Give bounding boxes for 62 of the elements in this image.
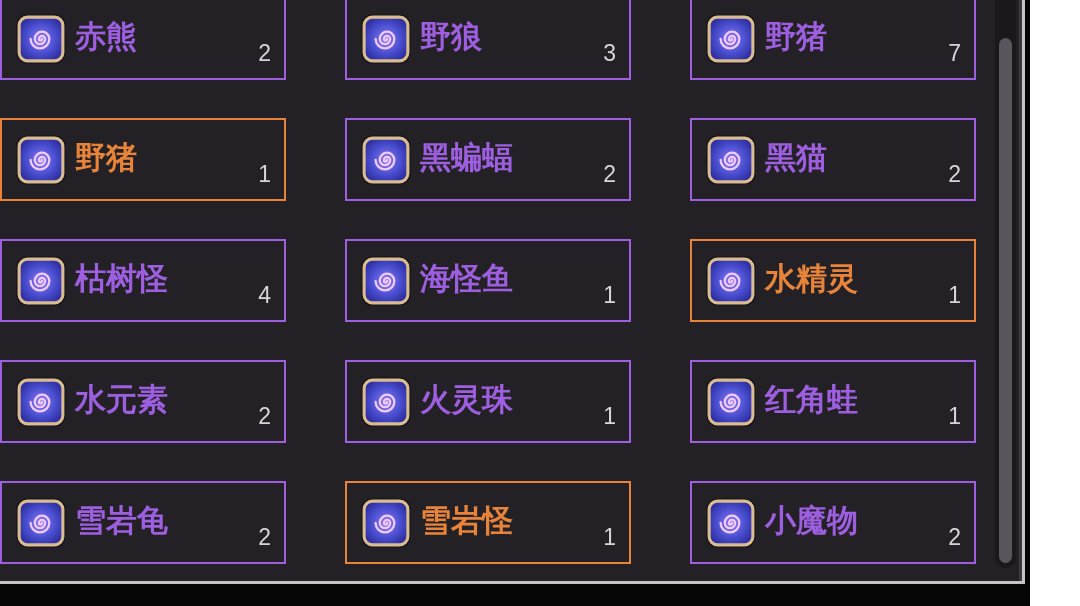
item-count: 4 xyxy=(258,284,271,307)
item-slot[interactable]: 雪岩龟 2 xyxy=(0,481,286,564)
item-count: 2 xyxy=(258,405,271,428)
swirl-icon xyxy=(361,13,411,64)
item-name: 枯树怪 xyxy=(75,261,169,296)
item-count: 1 xyxy=(948,405,961,428)
swirl-icon xyxy=(361,497,411,548)
swirl-icon xyxy=(706,13,756,64)
item-slot[interactable]: 野猪 7 xyxy=(690,0,976,80)
item-count: 2 xyxy=(948,526,961,549)
item-slot[interactable]: 水元素 2 xyxy=(0,360,286,443)
item-slot[interactable]: 红角蛙 1 xyxy=(690,360,976,443)
item-slot[interactable]: 火灵珠 1 xyxy=(345,360,631,443)
item-name: 火灵珠 xyxy=(420,382,514,417)
item-slot[interactable]: 赤熊 2 xyxy=(0,0,286,80)
item-count: 2 xyxy=(258,526,271,549)
item-slot[interactable]: 野狼 3 xyxy=(345,0,631,80)
swirl-icon xyxy=(706,376,756,427)
item-count: 1 xyxy=(258,163,271,186)
swirl-icon xyxy=(706,497,756,548)
item-count: 7 xyxy=(948,42,961,65)
item-name: 黑猫 xyxy=(765,140,828,175)
item-count: 1 xyxy=(948,284,961,307)
swirl-icon xyxy=(16,13,66,64)
item-name: 海怪鱼 xyxy=(420,261,514,296)
item-name: 小魔物 xyxy=(765,503,859,538)
swirl-icon xyxy=(706,134,756,185)
item-slot[interactable]: 枯树怪 4 xyxy=(0,239,286,322)
item-name: 水元素 xyxy=(75,382,169,417)
item-slot[interactable]: 水精灵 1 xyxy=(690,239,976,322)
item-name: 红角蛙 xyxy=(765,382,859,417)
item-slot[interactable]: 雪岩怪 1 xyxy=(345,481,631,564)
swirl-icon xyxy=(16,255,66,306)
swirl-icon xyxy=(361,376,411,427)
swirl-icon xyxy=(16,376,66,427)
swirl-icon xyxy=(361,255,411,306)
swirl-icon xyxy=(16,497,66,548)
swirl-icon xyxy=(361,134,411,185)
item-count: 2 xyxy=(948,163,961,186)
item-slot[interactable]: 黑蝙蝠 2 xyxy=(345,118,631,201)
item-count: 1 xyxy=(603,526,616,549)
item-count: 1 xyxy=(603,284,616,307)
item-slot[interactable]: 海怪鱼 1 xyxy=(345,239,631,322)
item-name: 黑蝙蝠 xyxy=(420,140,514,175)
item-name: 水精灵 xyxy=(765,261,859,296)
item-slot[interactable]: 野猪 1 xyxy=(0,118,286,201)
item-name: 雪岩龟 xyxy=(75,503,169,538)
item-slot[interactable]: 黑猫 2 xyxy=(690,118,976,201)
item-name: 野狼 xyxy=(420,19,483,54)
item-slot[interactable]: 小魔物 2 xyxy=(690,481,976,564)
item-count: 2 xyxy=(258,42,271,65)
swirl-icon xyxy=(706,255,756,306)
item-name: 野猪 xyxy=(765,19,828,54)
swirl-icon xyxy=(16,134,66,185)
item-name: 野猪 xyxy=(75,140,138,175)
item-count: 3 xyxy=(603,42,616,65)
scrollbar-track[interactable] xyxy=(995,0,1016,568)
item-name: 赤熊 xyxy=(75,19,138,54)
item-name: 雪岩怪 xyxy=(420,503,514,538)
item-count: 2 xyxy=(603,163,616,186)
item-count: 1 xyxy=(603,405,616,428)
scrollbar-thumb[interactable] xyxy=(999,38,1012,563)
